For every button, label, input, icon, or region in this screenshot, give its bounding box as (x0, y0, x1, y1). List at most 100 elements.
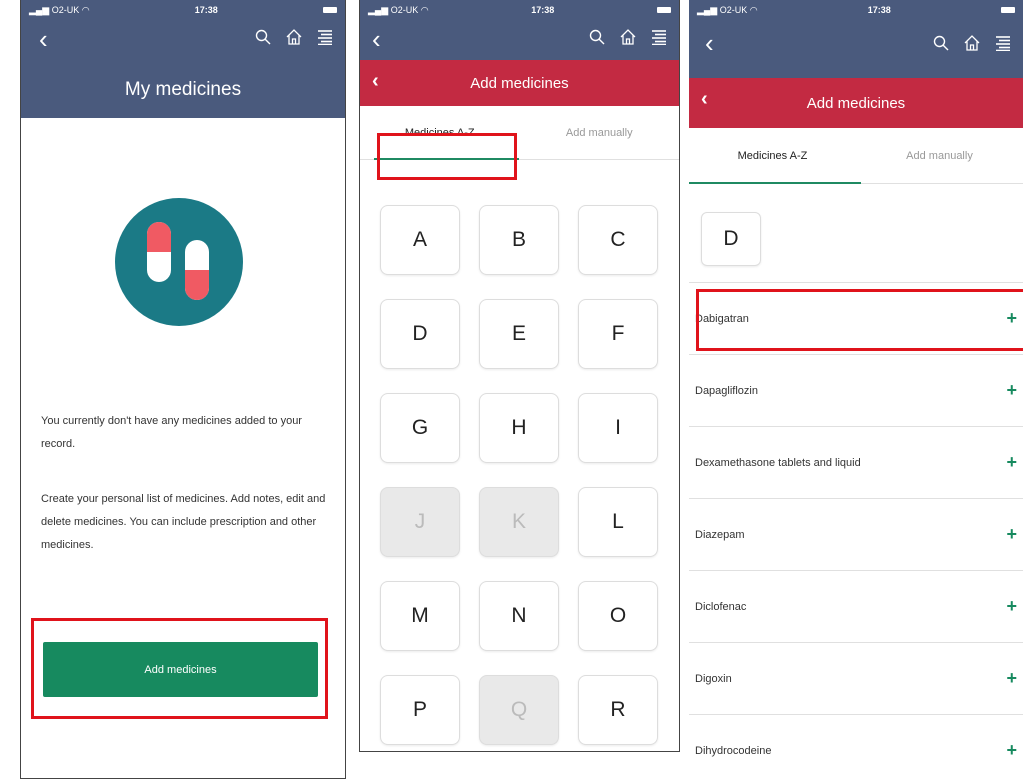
letter-key-m[interactable]: M (380, 581, 460, 651)
wifi-icon: ◠ (749, 4, 758, 15)
menu-icon[interactable] (995, 35, 1011, 51)
plus-icon[interactable]: + (1006, 452, 1017, 473)
battery-icon (322, 7, 337, 13)
home-icon[interactable] (285, 28, 303, 46)
carrier-label: ▂▄▆ O2-UK ◠ (697, 4, 758, 15)
medicine-name: Dabigatran (695, 312, 749, 325)
letter-key-b[interactable]: B (479, 205, 559, 275)
pills-icon (115, 198, 243, 326)
search-icon[interactable] (255, 29, 271, 45)
top-bar: ▂▄▆ O2-UK ◠ 17:38 ‹ (360, 0, 679, 60)
list-item[interactable]: Dapagliflozin + (689, 354, 1023, 426)
search-icon[interactable] (933, 35, 949, 51)
add-medicines-button[interactable]: Add medicines (43, 642, 318, 697)
plus-icon[interactable]: + (1006, 668, 1017, 689)
navbar: ‹ (21, 20, 345, 62)
plus-icon[interactable]: + (1006, 380, 1017, 401)
nav-icons (255, 28, 333, 46)
list-item[interactable]: Diazepam + (689, 498, 1023, 570)
plus-icon[interactable]: + (1006, 524, 1017, 545)
menu-icon[interactable] (651, 29, 667, 45)
top-bar: ▂▄▆ O2-UK ◠ 17:38 ‹ My medicines (21, 0, 345, 118)
home-icon[interactable] (963, 34, 981, 52)
plus-icon[interactable]: + (1006, 596, 1017, 617)
description-text: Create your personal list of medicines. … (41, 493, 326, 551)
letter-key-i[interactable]: I (578, 393, 658, 463)
tab-bar: Medicines A-Z Add manually (360, 106, 679, 160)
letter-key-d[interactable]: D (380, 299, 460, 369)
page-title: Add medicines (470, 74, 569, 92)
my-medicines-body: You currently don't have any medicines a… (21, 118, 345, 758)
status-time: 17:38 (531, 5, 555, 15)
top-bar: ▂▄▆ O2-UK ◠ 17:38 ‹ (689, 0, 1023, 78)
letter-key-l[interactable]: L (578, 487, 658, 557)
active-tab-indicator (374, 158, 519, 160)
page-title: My medicines (21, 62, 345, 118)
search-icon[interactable] (589, 29, 605, 45)
tab-add-manually[interactable]: Add manually (856, 128, 1023, 183)
letter-key-a[interactable]: A (380, 205, 460, 275)
letter-key-o[interactable]: O (578, 581, 658, 651)
add-medicines-az-screen: ▂▄▆ O2-UK ◠ 17:38 ‹ ‹ Add medicines Medi… (359, 0, 680, 752)
medicine-name: Dapagliflozin (695, 384, 758, 397)
signal-icon: ▂▄▆ (697, 4, 718, 15)
medicine-name: Digoxin (695, 672, 732, 685)
signal-icon: ▂▄▆ (368, 4, 389, 15)
letter-key-n[interactable]: N (479, 581, 559, 651)
home-icon[interactable] (619, 28, 637, 46)
medicine-name: Dihydrocodeine (695, 744, 772, 757)
status-bar: ▂▄▆ O2-UK ◠ 17:38 (689, 0, 1023, 20)
tab-medicines-az[interactable]: Medicines A-Z (689, 128, 856, 183)
selected-letter[interactable]: D (701, 212, 761, 266)
medicine-name: Dexamethasone tablets and liquid (695, 456, 861, 469)
medicine-list: Dabigatran + Dapagliflozin + Dexamethasone t… (689, 282, 1023, 779)
back-chevron-icon[interactable]: ‹ (39, 24, 48, 55)
tab-add-manually[interactable]: Add manually (520, 106, 680, 159)
wifi-icon: ◠ (81, 4, 90, 15)
status-bar: ▂▄▆ O2-UK ◠ 17:38 (21, 0, 345, 20)
tab-medicines-az[interactable]: Medicines A-Z (360, 106, 520, 159)
add-medicines-list-screen: ▂▄▆ O2-UK ◠ 17:38 ‹ ‹ Add medicines Medi… (689, 0, 1023, 779)
letter-key-j: J (380, 487, 460, 557)
menu-icon[interactable] (317, 29, 333, 45)
page-title: Add medicines (806, 94, 906, 112)
status-time: 17:38 (867, 5, 891, 15)
my-medicines-screen: ▂▄▆ O2-UK ◠ 17:38 ‹ My medicines You cur… (20, 0, 346, 779)
letter-key-k: K (479, 487, 559, 557)
letter-key-h[interactable]: H (479, 393, 559, 463)
back-chevron-icon[interactable]: ‹ (701, 88, 708, 111)
letter-key-p[interactable]: P (380, 675, 460, 745)
letter-grid: ABC DEF GHI JKL MNO PQR (380, 205, 658, 745)
letter-key-c[interactable]: C (578, 205, 658, 275)
empty-state-text: You currently don't have any medicines a… (41, 415, 302, 450)
back-chevron-icon[interactable]: ‹ (372, 70, 379, 93)
medicine-name: Diazepam (695, 528, 745, 541)
list-item[interactable]: Diclofenac + (689, 570, 1023, 642)
letter-key-f[interactable]: F (578, 299, 658, 369)
list-item[interactable]: Dabigatran + (689, 282, 1023, 354)
battery-icon (656, 7, 671, 13)
plus-icon[interactable]: + (1006, 308, 1017, 329)
carrier-label: ▂▄▆ O2-UK ◠ (368, 4, 429, 15)
letter-key-e[interactable]: E (479, 299, 559, 369)
letter-key-q: Q (479, 675, 559, 745)
list-item[interactable]: Dexamethasone tablets and liquid + (689, 426, 1023, 498)
carrier-label: ▂▄▆ O2-UK ◠ (29, 4, 90, 15)
plus-icon[interactable]: + (1006, 740, 1017, 761)
status-time: 17:38 (194, 5, 218, 15)
nav-icons (933, 34, 1011, 52)
signal-icon: ▂▄▆ (29, 4, 50, 15)
letter-key-r[interactable]: R (578, 675, 658, 745)
battery-icon (1000, 7, 1015, 13)
back-chevron-icon[interactable]: ‹ (705, 28, 714, 59)
list-item[interactable]: Digoxin + (689, 642, 1023, 714)
back-chevron-icon[interactable]: ‹ (372, 24, 381, 55)
list-item[interactable]: Dihydrocodeine + (689, 714, 1023, 779)
header-bar: ‹ Add medicines (689, 78, 1023, 128)
medicine-name: Diclofenac (695, 600, 747, 613)
active-tab-indicator (689, 182, 861, 184)
tab-bar: Medicines A-Z Add manually (689, 128, 1023, 184)
letter-key-g[interactable]: G (380, 393, 460, 463)
navbar: ‹ (360, 20, 679, 60)
nav-icons (589, 28, 667, 46)
